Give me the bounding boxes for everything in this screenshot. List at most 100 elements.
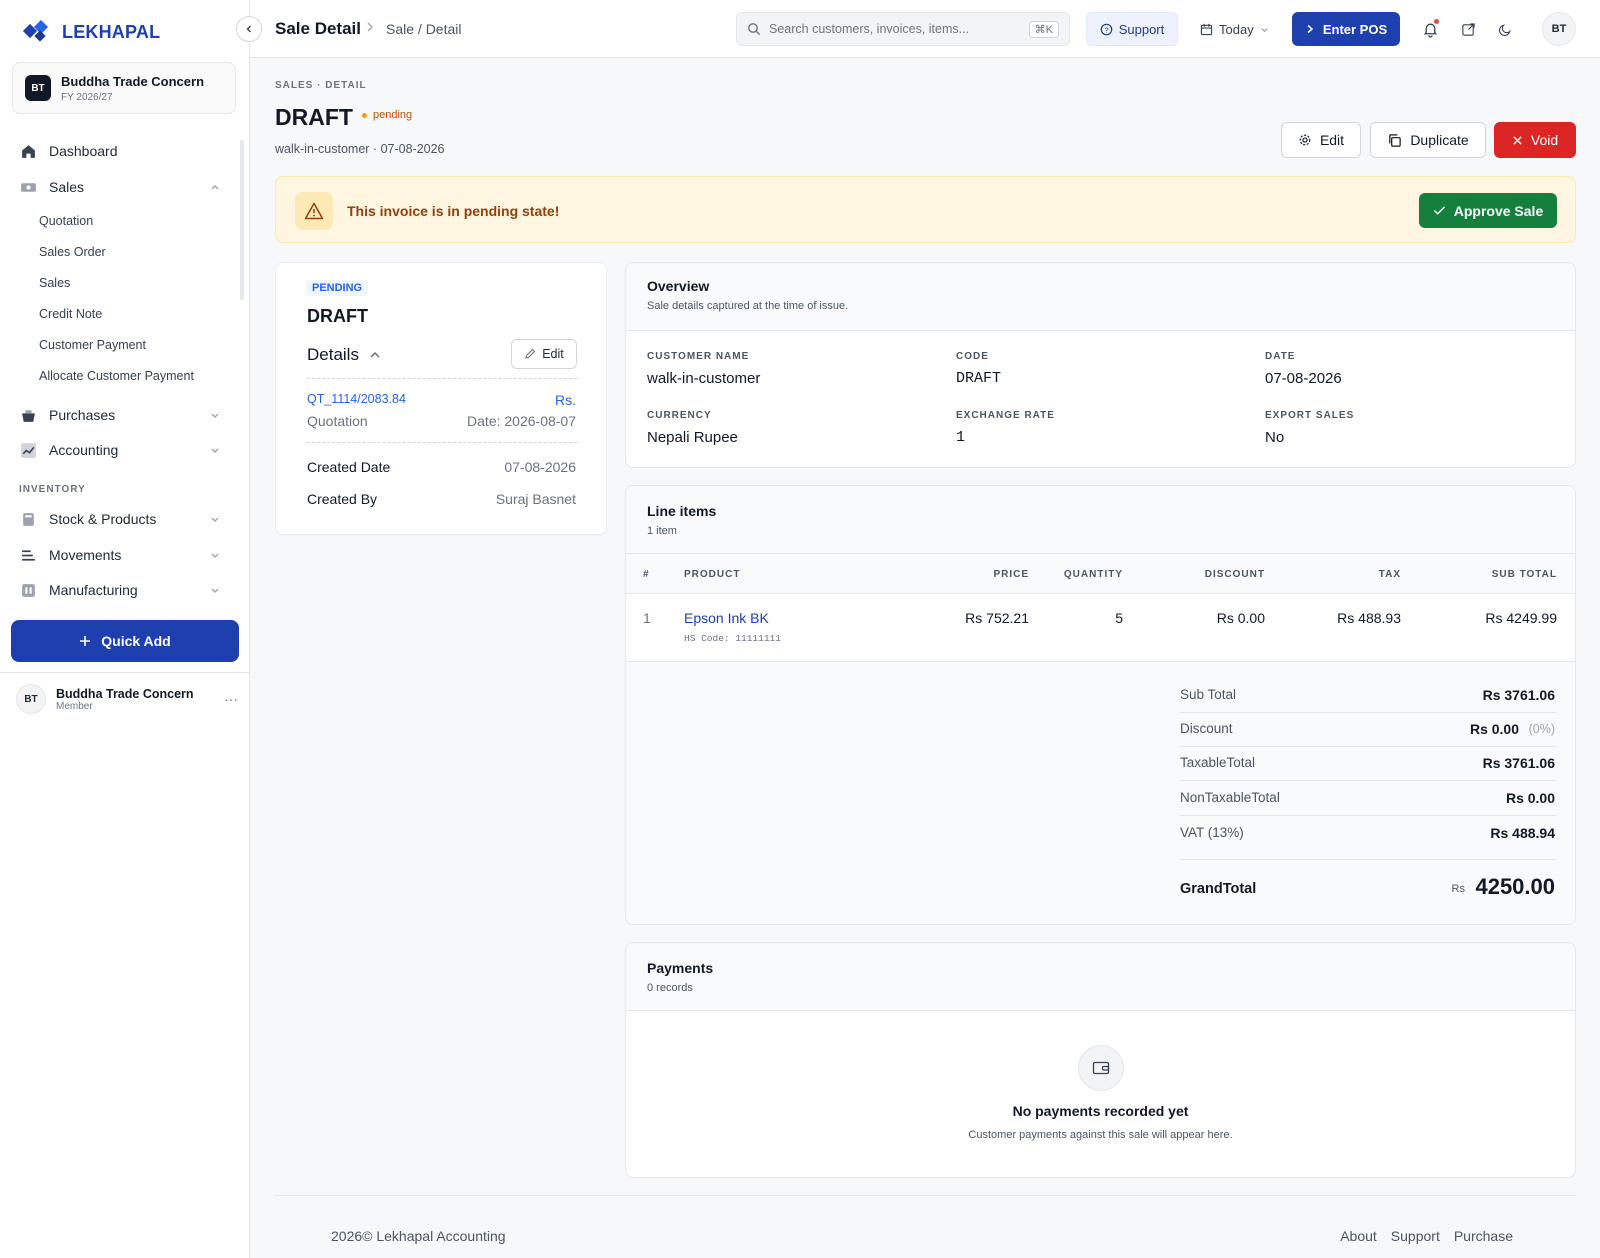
moon-icon (1498, 23, 1511, 36)
support-label: Support (1118, 21, 1165, 37)
section-heading-inventory: INVENTORY (19, 484, 86, 495)
sub-total-value: Rs 3761.06 (1482, 687, 1555, 703)
quantity-cell: 5 (1115, 610, 1123, 626)
duplicate-button[interactable]: Duplicate (1370, 122, 1486, 158)
details-edit-button[interactable]: Edit (511, 339, 577, 369)
edit-button[interactable]: Edit (1281, 122, 1361, 158)
brand-name: LEKHAPAL (62, 21, 161, 42)
column-header: DISCOUNT (1204, 569, 1265, 580)
status-badge: pending (362, 109, 412, 121)
user-role: Member (56, 700, 93, 712)
org-name: Buddha Trade Concern (61, 73, 205, 89)
basket-icon (22, 409, 35, 422)
footer-link-purchase[interactable]: Purchase (1454, 1228, 1513, 1244)
divider (307, 442, 577, 443)
document-subtitle: walk-in-customer · 07-08-2026 (275, 142, 445, 156)
totals-section (626, 661, 1575, 924)
footer-link-about[interactable]: About (1340, 1228, 1377, 1244)
top-bar: Sale Detail Sale / Detail ⌘K ? Support T… (250, 0, 1600, 58)
price-cell: Rs 752.21 (965, 610, 1029, 626)
sidebar-item-manufacturing[interactable]: Manufacturing (12, 575, 226, 605)
column-header: # (643, 569, 650, 580)
panel-title: Overview (647, 278, 710, 294)
user-menu[interactable]: BT Buddha Trade Concern Member ··· (16, 678, 238, 720)
sidebar-item-accounting[interactable]: Accounting (12, 435, 226, 465)
column-header: PRICE (993, 569, 1029, 580)
plus-icon (80, 636, 91, 646)
quick-add-button[interactable]: Quick Add (11, 620, 239, 662)
footer-link-support[interactable]: Support (1391, 1228, 1440, 1244)
sidebar-item-dashboard[interactable]: Dashboard (12, 136, 226, 166)
sidebar-item-movements[interactable]: Movements (12, 540, 226, 570)
theme-toggle-button[interactable] (1493, 17, 1517, 41)
hs-code: HS Code: 11111111 (684, 633, 781, 644)
copy-icon (1389, 133, 1402, 147)
details-label: Details (307, 345, 359, 364)
chevron-down-icon (211, 448, 219, 453)
support-button[interactable]: ? Support (1086, 12, 1178, 46)
document-title: DRAFT (275, 104, 353, 130)
customer-name-value: walk-in-customer (647, 370, 761, 387)
search-input[interactable] (769, 22, 1021, 36)
date-range-select[interactable]: Today (1200, 12, 1284, 46)
box-icon (23, 512, 34, 526)
card-title: DRAFT (307, 306, 368, 326)
empty-state-title: No payments recorded yet (1012, 1103, 1189, 1119)
open-external-button[interactable] (1456, 17, 1480, 41)
global-search[interactable]: ⌘K (736, 12, 1070, 46)
panel-title: Line items (647, 503, 717, 519)
status-badge: PENDING (306, 280, 369, 296)
chart-icon (21, 442, 36, 458)
sidebar-divider (0, 672, 249, 673)
void-button[interactable]: Void (1494, 122, 1576, 158)
external-link-icon (1461, 22, 1475, 36)
reference-currency: Rs. (555, 392, 576, 408)
sidebar-item-stock-products[interactable]: Stock & Products (12, 504, 226, 534)
empty-state-subtitle: Customer payments against this sale will… (968, 1129, 1233, 1141)
field-label: CODE (956, 351, 989, 362)
vat-value: Rs 488.94 (1490, 825, 1555, 841)
duplicate-label: Duplicate (1410, 132, 1469, 148)
copyright: 2026© Lekhapal Accounting (331, 1228, 506, 1244)
svg-text:?: ? (1104, 25, 1108, 34)
organization-switcher[interactable]: BT Buddha Trade Concern FY 2026/27 (12, 62, 236, 114)
user-avatar-button[interactable]: BT (1542, 12, 1576, 46)
more-icon[interactable]: ··· (224, 691, 238, 707)
chevron-down-icon (1261, 27, 1268, 32)
details-toggle[interactable]: Details (307, 345, 381, 365)
sale-summary-card: PENDING DRAFT Details Edit QT_1114/2083.… (275, 262, 607, 535)
sidebar-item-purchases[interactable]: Purchases (12, 400, 226, 430)
avatar: BT (16, 684, 46, 714)
sidebar-item-sales-list[interactable]: Sales (39, 276, 70, 290)
footer-links: About Support Purchase (1340, 1228, 1513, 1244)
sidebar-item-sales-order[interactable]: Sales Order (39, 245, 106, 259)
sidebar-scrollbar[interactable] (240, 140, 244, 300)
sidebar-item-credit-note[interactable]: Credit Note (39, 307, 102, 321)
sidebar-item-quotation[interactable]: Quotation (39, 214, 93, 228)
overview-panel: Overview Sale details captured at the ti… (625, 262, 1576, 468)
export-sales-value: No (1265, 429, 1285, 446)
check-icon (1433, 206, 1445, 215)
sidebar-item-allocate-payment[interactable]: Allocate Customer Payment (39, 369, 194, 383)
breadcrumb[interactable]: Sale / Detail (386, 21, 461, 37)
grand-total-currency: Rs (1451, 883, 1465, 895)
panel-subtitle: 0 records (647, 982, 693, 994)
collapse-sidebar-button[interactable] (236, 16, 262, 42)
sidebar-item-label: Dashboard (49, 143, 118, 159)
home-icon (22, 144, 35, 158)
notifications-button[interactable] (1418, 17, 1442, 41)
reference-link[interactable]: QT_1114/2083.84 (307, 392, 406, 406)
brand-logo[interactable]: LEKHAPAL (22, 20, 160, 44)
status-dot (362, 112, 367, 118)
currency-value: Nepali Rupee (647, 429, 738, 446)
sidebar-item-sales[interactable]: Sales (12, 172, 226, 202)
chevron-right-icon (367, 22, 373, 32)
enter-pos-button[interactable]: Enter POS (1292, 12, 1400, 46)
row-number: 1 (643, 610, 651, 626)
approve-sale-button[interactable]: Approve Sale (1419, 193, 1557, 228)
sidebar-item-customer-payment[interactable]: Customer Payment (39, 338, 146, 352)
status-label: pending (373, 109, 413, 121)
divider (307, 378, 577, 379)
product-link[interactable]: Epson Ink BK (684, 610, 769, 626)
sidebar: LEKHAPAL BT Buddha Trade Concern FY 2026… (0, 0, 250, 1258)
